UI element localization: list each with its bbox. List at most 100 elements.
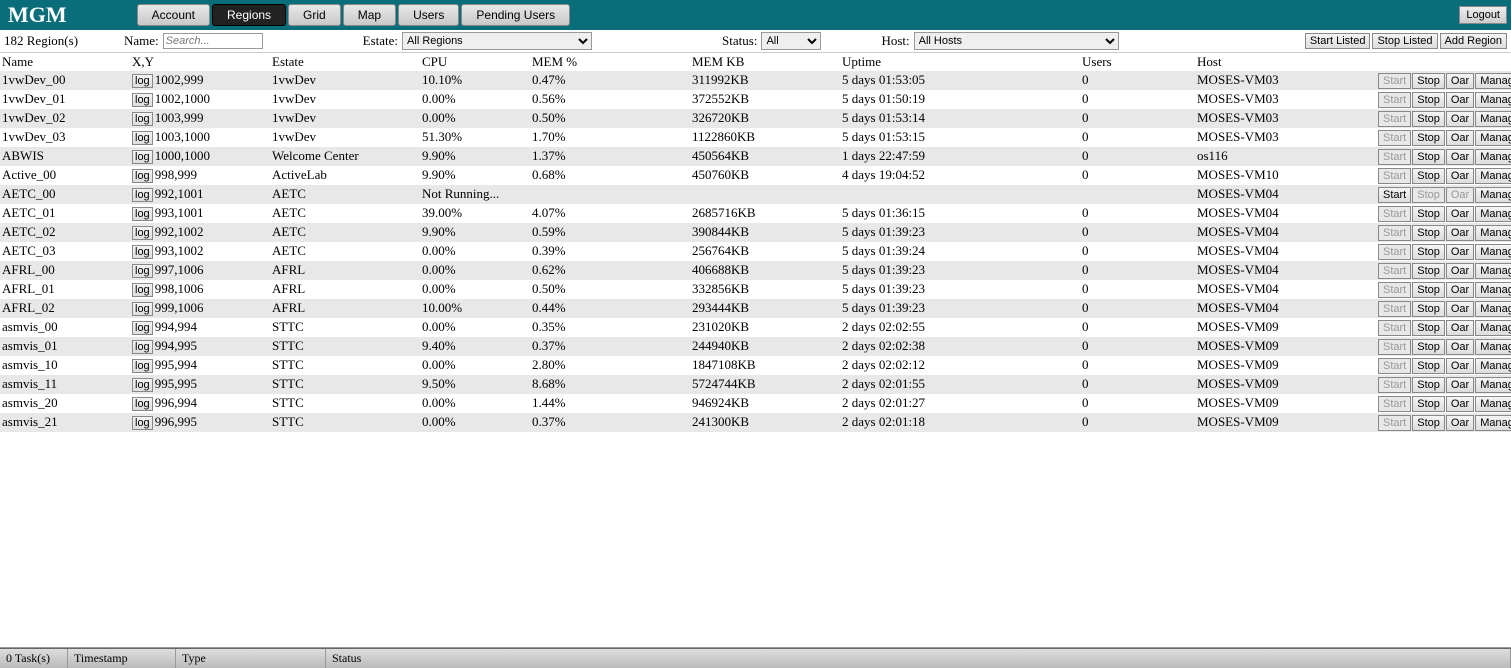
tab-pending-users[interactable]: Pending Users [461, 4, 570, 26]
stop-button[interactable]: Stop [1412, 225, 1445, 241]
log-button[interactable]: log [132, 74, 153, 88]
oar-button[interactable]: Oar [1446, 168, 1474, 184]
stop-button[interactable]: Stop [1412, 301, 1445, 317]
stop-button[interactable]: Stop [1412, 396, 1445, 412]
col-mem[interactable]: MEM % [530, 53, 690, 71]
log-button[interactable]: log [132, 283, 153, 297]
manage-button[interactable]: Manage [1475, 358, 1511, 374]
stop-button[interactable]: Stop [1412, 282, 1445, 298]
oar-button[interactable]: Oar [1446, 225, 1474, 241]
stop-button[interactable]: Stop [1412, 73, 1445, 89]
log-button[interactable]: log [132, 340, 153, 354]
log-button[interactable]: log [132, 302, 153, 316]
logout-button[interactable]: Logout [1459, 6, 1507, 24]
log-button[interactable]: log [132, 245, 153, 259]
manage-button[interactable]: Manage [1475, 73, 1511, 89]
stop-button[interactable]: Stop [1412, 415, 1445, 431]
stop-button[interactable]: Stop [1412, 320, 1445, 336]
add-region-button[interactable]: Add Region [1440, 33, 1508, 49]
col-users[interactable]: Users [1080, 53, 1195, 71]
log-button[interactable]: log [132, 264, 153, 278]
col-uptime[interactable]: Uptime [840, 53, 1080, 71]
search-input[interactable] [163, 33, 263, 49]
oar-button[interactable]: Oar [1446, 358, 1474, 374]
manage-button[interactable]: Manage [1475, 225, 1511, 241]
log-button[interactable]: log [132, 150, 153, 164]
oar-button[interactable]: Oar [1446, 377, 1474, 393]
col-memkb[interactable]: MEM KB [690, 53, 840, 71]
oar-button[interactable]: Oar [1446, 149, 1474, 165]
log-button[interactable]: log [132, 112, 153, 126]
stop-button[interactable]: Stop [1412, 168, 1445, 184]
start-button[interactable]: Start [1378, 187, 1411, 203]
log-button[interactable]: log [132, 397, 153, 411]
stop-listed-button[interactable]: Stop Listed [1372, 33, 1437, 49]
start-listed-button[interactable]: Start Listed [1305, 33, 1371, 49]
log-button[interactable]: log [132, 169, 153, 183]
log-button[interactable]: log [132, 93, 153, 107]
log-button[interactable]: log [132, 321, 153, 335]
manage-button[interactable]: Manage [1475, 149, 1511, 165]
oar-button[interactable]: Oar [1446, 130, 1474, 146]
oar-button[interactable]: Oar [1446, 263, 1474, 279]
oar-button[interactable]: Oar [1446, 301, 1474, 317]
col-host[interactable]: Host [1195, 53, 1375, 71]
log-button[interactable]: log [132, 378, 153, 392]
stop-button[interactable]: Stop [1412, 149, 1445, 165]
oar-button[interactable]: Oar [1446, 320, 1474, 336]
estate-select[interactable]: All Regions [402, 32, 592, 50]
oar-button[interactable]: Oar [1446, 396, 1474, 412]
col-xy[interactable]: X,Y [130, 53, 270, 71]
oar-button[interactable]: Oar [1446, 73, 1474, 89]
status-select[interactable]: All [761, 32, 821, 50]
manage-button[interactable]: Manage [1475, 320, 1511, 336]
stop-button[interactable]: Stop [1412, 244, 1445, 260]
col-cpu[interactable]: CPU [420, 53, 530, 71]
stop-button[interactable]: Stop [1412, 130, 1445, 146]
stop-button[interactable]: Stop [1412, 339, 1445, 355]
oar-button[interactable]: Oar [1446, 282, 1474, 298]
log-button[interactable]: log [132, 188, 153, 202]
manage-button[interactable]: Manage [1475, 187, 1511, 203]
stop-button[interactable]: Stop [1412, 111, 1445, 127]
oar-button[interactable]: Oar [1446, 339, 1474, 355]
log-button[interactable]: log [132, 226, 153, 240]
stop-button[interactable]: Stop [1412, 377, 1445, 393]
oar-button[interactable]: Oar [1446, 244, 1474, 260]
tab-grid[interactable]: Grid [288, 4, 341, 26]
manage-button[interactable]: Manage [1475, 415, 1511, 431]
regions-table-wrap[interactable]: Name X,Y Estate CPU MEM % MEM KB Uptime … [0, 53, 1511, 648]
tab-users[interactable]: Users [398, 4, 459, 26]
tab-regions[interactable]: Regions [212, 4, 286, 26]
manage-button[interactable]: Manage [1475, 339, 1511, 355]
manage-button[interactable]: Manage [1475, 377, 1511, 393]
manage-button[interactable]: Manage [1475, 244, 1511, 260]
log-button[interactable]: log [132, 207, 153, 221]
stop-button[interactable]: Stop [1412, 206, 1445, 222]
manage-button[interactable]: Manage [1475, 301, 1511, 317]
stop-button[interactable]: Stop [1412, 92, 1445, 108]
stop-button[interactable]: Stop [1412, 358, 1445, 374]
manage-button[interactable]: Manage [1475, 92, 1511, 108]
manage-button[interactable]: Manage [1475, 168, 1511, 184]
manage-button[interactable]: Manage [1475, 206, 1511, 222]
manage-button[interactable]: Manage [1475, 263, 1511, 279]
start-button: Start [1378, 339, 1411, 355]
oar-button[interactable]: Oar [1446, 92, 1474, 108]
log-button[interactable]: log [132, 131, 153, 145]
host-select[interactable]: All Hosts [914, 32, 1119, 50]
col-name[interactable]: Name [0, 53, 130, 71]
oar-button[interactable]: Oar [1446, 415, 1474, 431]
manage-button[interactable]: Manage [1475, 396, 1511, 412]
log-button[interactable]: log [132, 416, 153, 430]
stop-button[interactable]: Stop [1412, 263, 1445, 279]
tab-map[interactable]: Map [343, 4, 396, 26]
manage-button[interactable]: Manage [1475, 130, 1511, 146]
log-button[interactable]: log [132, 359, 153, 373]
manage-button[interactable]: Manage [1475, 282, 1511, 298]
col-estate[interactable]: Estate [270, 53, 420, 71]
oar-button[interactable]: Oar [1446, 206, 1474, 222]
tab-account[interactable]: Account [137, 4, 210, 26]
manage-button[interactable]: Manage [1475, 111, 1511, 127]
oar-button[interactable]: Oar [1446, 111, 1474, 127]
